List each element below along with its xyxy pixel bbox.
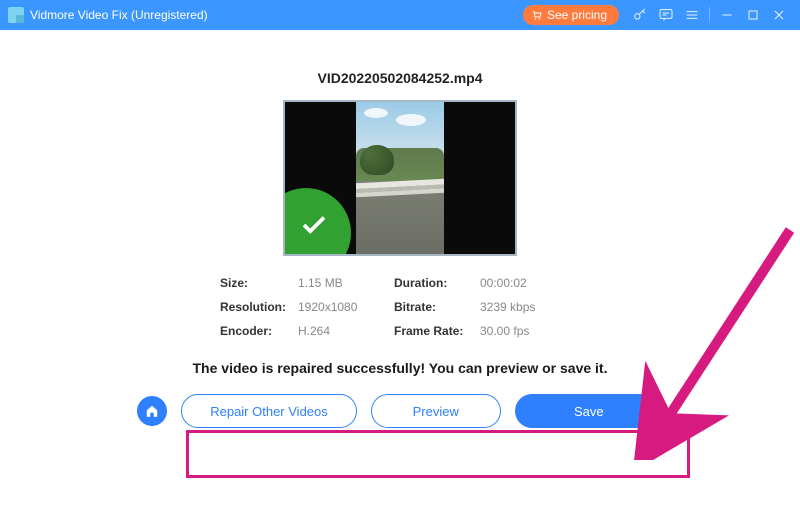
video-thumbnail [356, 102, 444, 254]
preview-button[interactable]: Preview [371, 394, 501, 428]
checkmark-icon [299, 210, 329, 240]
bitrate-value: 3239 kbps [480, 300, 560, 314]
main-content: VID20220502084252.mp4 Size: 1.15 MB Dura… [0, 30, 800, 519]
save-button[interactable]: Save [515, 394, 663, 428]
filename-label: VID20220502084252.mp4 [317, 70, 482, 86]
cart-icon [531, 9, 543, 21]
success-badge [283, 188, 351, 256]
app-title: Vidmore Video Fix (Unregistered) [30, 8, 208, 22]
app-name: Vidmore Video Fix [30, 8, 128, 22]
size-label: Size: [220, 276, 298, 290]
maximize-button[interactable] [740, 2, 766, 28]
close-button[interactable] [766, 2, 792, 28]
feedback-icon[interactable] [653, 2, 679, 28]
see-pricing-button[interactable]: See pricing [523, 5, 619, 25]
see-pricing-label: See pricing [547, 8, 607, 22]
success-message: The video is repaired successfully! You … [193, 360, 608, 376]
resolution-value: 1920x1080 [298, 300, 394, 314]
registration-state: (Unregistered) [131, 8, 208, 22]
button-row: Repair Other Videos Preview Save [137, 394, 663, 428]
bitrate-label: Bitrate: [394, 300, 480, 314]
framerate-label: Frame Rate: [394, 324, 480, 338]
encoder-value: H.264 [298, 324, 394, 338]
home-button[interactable] [137, 396, 167, 426]
resolution-label: Resolution: [220, 300, 298, 314]
app-logo-icon [8, 7, 24, 23]
titlebar-separator [709, 7, 710, 23]
home-icon [145, 404, 159, 418]
framerate-value: 30.00 fps [480, 324, 560, 338]
metadata-grid: Size: 1.15 MB Duration: 00:00:02 Resolut… [220, 276, 580, 338]
duration-label: Duration: [394, 276, 480, 290]
titlebar: Vidmore Video Fix (Unregistered) See pri… [0, 0, 800, 30]
repair-other-videos-button[interactable]: Repair Other Videos [181, 394, 357, 428]
encoder-label: Encoder: [220, 324, 298, 338]
duration-value: 00:00:02 [480, 276, 560, 290]
video-preview[interactable] [283, 100, 517, 256]
menu-icon[interactable] [679, 2, 705, 28]
key-icon[interactable] [627, 2, 653, 28]
minimize-button[interactable] [714, 2, 740, 28]
size-value: 1.15 MB [298, 276, 394, 290]
